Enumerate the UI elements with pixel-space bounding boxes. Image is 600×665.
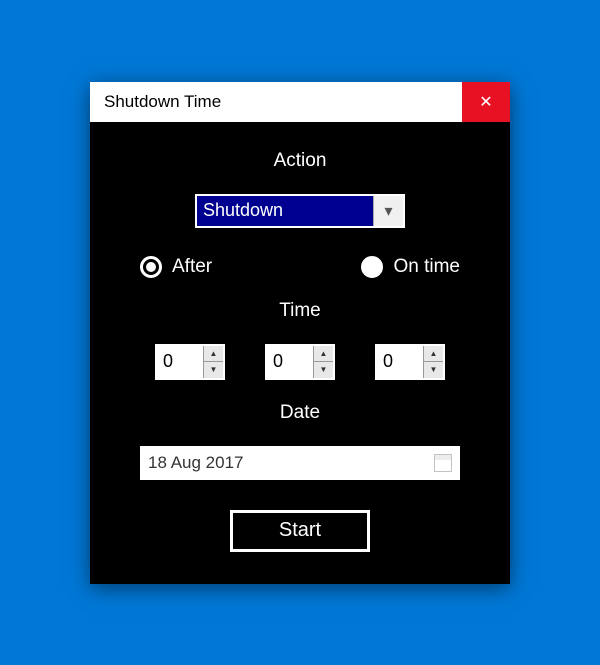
radio-ontime-label: On time — [393, 256, 460, 278]
date-picker[interactable]: 18 Aug 2017 — [140, 446, 460, 480]
radio-icon — [140, 256, 162, 278]
titlebar: Shutdown Time ✕ — [90, 82, 510, 122]
date-label: Date — [280, 402, 320, 424]
radio-ontime[interactable]: On time — [361, 256, 460, 278]
hours-value[interactable]: 0 — [157, 346, 203, 378]
radio-after-label: After — [172, 256, 212, 278]
spinner-up[interactable]: ▲ — [424, 346, 443, 363]
calendar-icon[interactable] — [434, 454, 452, 472]
mode-radio-group: After On time — [120, 256, 480, 278]
start-button[interactable]: Start — [230, 510, 370, 552]
time-label: Time — [279, 300, 321, 322]
close-icon: ✕ — [479, 92, 492, 112]
spinner-down[interactable]: ▼ — [204, 362, 223, 378]
spinner-buttons: ▲ ▼ — [203, 346, 223, 378]
hours-spinner[interactable]: 0 ▲ ▼ — [155, 344, 225, 380]
seconds-value[interactable]: 0 — [377, 346, 423, 378]
date-value: 18 Aug 2017 — [148, 453, 243, 473]
close-button[interactable]: ✕ — [462, 82, 510, 122]
spinner-down[interactable]: ▼ — [424, 362, 443, 378]
minutes-spinner[interactable]: 0 ▲ ▼ — [265, 344, 335, 380]
time-spinners: 0 ▲ ▼ 0 ▲ ▼ 0 ▲ ▼ — [120, 344, 480, 380]
spinner-buttons: ▲ ▼ — [313, 346, 333, 378]
chevron-down-icon: ▾ — [384, 201, 392, 221]
start-button-label: Start — [279, 519, 321, 542]
app-window: Shutdown Time ✕ Action Shutdown ▾ After … — [90, 82, 510, 584]
window-content: Action Shutdown ▾ After On time Time 0 ▲ — [90, 122, 510, 584]
action-dropdown-value: Shutdown — [197, 196, 373, 226]
minutes-value[interactable]: 0 — [267, 346, 313, 378]
spinner-up[interactable]: ▲ — [204, 346, 223, 363]
action-dropdown[interactable]: Shutdown ▾ — [195, 194, 405, 228]
spinner-buttons: ▲ ▼ — [423, 346, 443, 378]
radio-icon — [361, 256, 383, 278]
radio-after[interactable]: After — [140, 256, 212, 278]
spinner-up[interactable]: ▲ — [314, 346, 333, 363]
window-title: Shutdown Time — [104, 92, 221, 112]
dropdown-button[interactable]: ▾ — [373, 196, 403, 226]
seconds-spinner[interactable]: 0 ▲ ▼ — [375, 344, 445, 380]
action-label: Action — [274, 150, 327, 172]
spinner-down[interactable]: ▼ — [314, 362, 333, 378]
